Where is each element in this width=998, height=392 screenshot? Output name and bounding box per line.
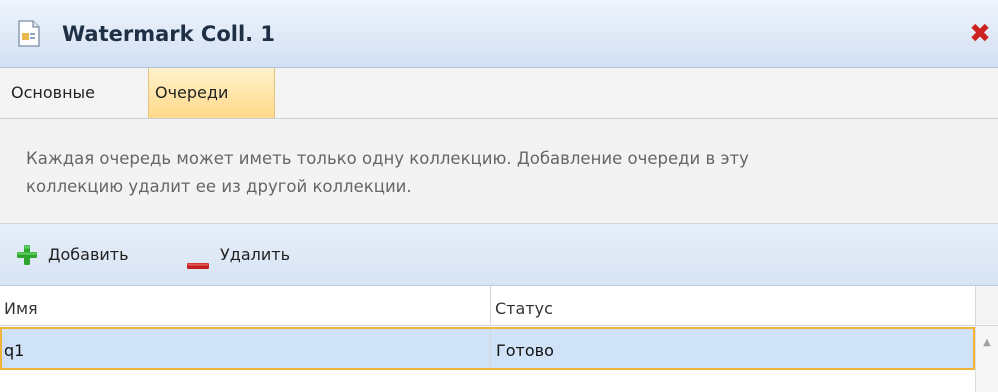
vertical-scrollbar[interactable]: ▲ — [975, 326, 998, 392]
cell-status: Готово — [496, 341, 554, 360]
tab-main[interactable]: Основные — [5, 68, 148, 118]
column-header-status[interactable]: Статус — [491, 286, 975, 326]
scrollbar-corner — [975, 286, 998, 326]
info-text-line-2: коллекцию удалит ее из другой коллекции. — [26, 177, 412, 196]
tab-main-label: Основные — [11, 83, 96, 102]
info-panel: Каждая очередь может иметь только одну к… — [0, 119, 998, 224]
plus-icon — [16, 244, 38, 266]
document-icon — [17, 20, 41, 47]
cell-name: q1 — [2, 329, 491, 368]
tab-queues-label: Очереди — [155, 83, 229, 102]
info-text: Каждая очередь может иметь только одну к… — [26, 145, 976, 201]
table-row[interactable]: q1 Готово — [0, 327, 975, 370]
minus-icon — [186, 251, 210, 269]
grid-header: Имя Статус — [0, 286, 975, 326]
info-text-line-1: Каждая очередь может иметь только одну к… — [26, 149, 749, 168]
toolbar: Добавить Удалить — [0, 224, 998, 286]
delete-button-label: Удалить — [220, 245, 290, 264]
column-header-name-label: Имя — [4, 299, 38, 318]
tab-queues[interactable]: Очереди — [148, 68, 275, 118]
close-icon[interactable]: ✖ — [966, 20, 994, 48]
tab-strip: Основные Очереди — [0, 68, 998, 119]
column-header-name[interactable]: Имя — [0, 286, 491, 326]
window-title: Watermark Coll. 1 — [62, 22, 276, 46]
column-header-status-label: Статус — [495, 299, 553, 318]
add-button-label: Добавить — [48, 245, 129, 264]
scroll-up-icon[interactable]: ▲ — [981, 338, 993, 348]
window-titlebar: Watermark Coll. 1 ✖ — [0, 0, 998, 68]
